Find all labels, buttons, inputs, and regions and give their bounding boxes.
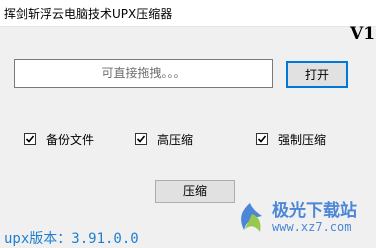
checkbox-box[interactable] [135,133,147,145]
watermark: 极光下载站 www.xz7.com [232,192,374,244]
checkbox-box[interactable] [256,133,268,145]
file-drop-field[interactable]: 可直接拖拽。。。 [14,59,273,88]
watermark-url: www.xz7.com [272,219,352,234]
high-compression-checkbox[interactable]: 高压缩 [135,131,193,147]
watermark-logo-icon [241,203,262,232]
check-icon [25,135,35,143]
upx-version-text: upx版本：3.91.0.0 [4,231,139,247]
checkbox-label: 备份文件 [46,132,95,147]
backup-file-checkbox[interactable]: 备份文件 [24,131,94,147]
watermark-title: 极光下载站 [272,201,357,222]
compress-button[interactable]: 压缩 [155,180,235,203]
check-icon [136,135,146,143]
version-label: V1 [350,24,376,44]
checkbox-box[interactable] [24,133,36,145]
checkbox-label: 强制压缩 [278,132,327,147]
open-button[interactable]: 打开 [286,61,348,88]
title-bar: 挥剑斩浮云电脑技术UPX压缩器 [0,0,376,27]
checkbox-label: 高压缩 [157,132,194,147]
check-icon [257,135,267,143]
window-title: 挥剑斩浮云电脑技术UPX压缩器 [4,7,173,21]
force-compression-checkbox[interactable]: 强制压缩 [256,131,326,147]
